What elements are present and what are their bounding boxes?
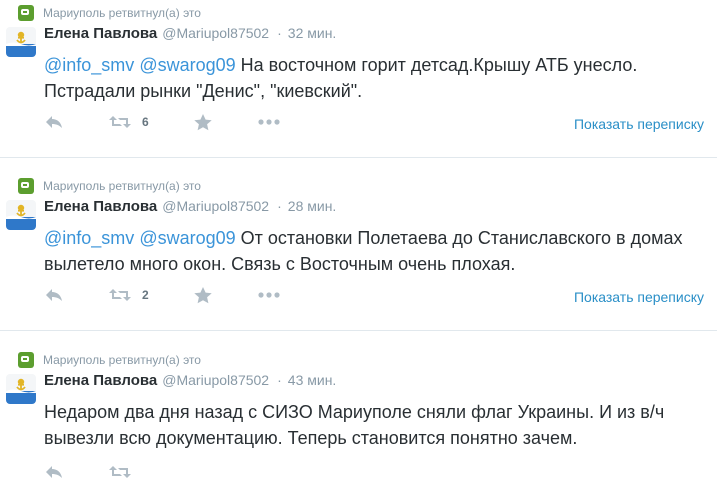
retweet-count: 2 [142, 288, 149, 302]
tweet-actions [44, 464, 176, 480]
reply-icon [46, 116, 62, 128]
mention-link[interactable]: @swarog09 [139, 55, 235, 75]
retweet-badge-icon [18, 352, 34, 368]
separator-dot: · [277, 25, 282, 41]
retweet-count: 6 [142, 115, 149, 129]
author-username[interactable]: @Mariupol87502 [162, 372, 269, 388]
show-conversation-link[interactable]: Показать переписку [574, 289, 704, 305]
mention-link[interactable]: @swarog09 [139, 228, 235, 248]
favorite-button[interactable] [193, 113, 213, 131]
more-dots-icon [258, 292, 280, 298]
tweet-text: Недаром два дня назад с СИЗО Мариуполе с… [44, 399, 704, 451]
tweet-text: @info_smv @swarog09 От остановки Полетае… [44, 225, 704, 277]
more-button[interactable] [257, 291, 281, 299]
reply-icon [46, 289, 62, 301]
author-name[interactable]: Елена Павлова [44, 372, 157, 389]
author-name[interactable]: Елена Павлова [44, 25, 157, 42]
more-button[interactable] [257, 118, 281, 126]
tweet: Мариуполь ретвитнул(а) это Елена Павлова… [0, 347, 717, 478]
retweet-button[interactable]: 2 [108, 287, 149, 303]
star-icon [193, 114, 212, 131]
timestamp[interactable]: 28 мин. [288, 198, 337, 214]
mention-link[interactable]: @info_smv [44, 228, 134, 248]
mention-link[interactable]: @info_smv [44, 55, 134, 75]
retweet-badge-icon [18, 5, 34, 21]
retweet-icon [109, 289, 131, 301]
tweet-header: Елена Павлова @Mariupol87502 · 28 мин. [44, 198, 336, 215]
mariupol-crest-icon [6, 200, 36, 230]
retweet-button[interactable] [108, 464, 132, 480]
avatar[interactable] [6, 27, 36, 57]
retweet-context: Мариуполь ретвитнул(а) это [18, 178, 201, 194]
reply-button[interactable] [44, 287, 64, 303]
timestamp[interactable]: 32 мин. [288, 25, 337, 41]
author-username[interactable]: @Mariupol87502 [162, 198, 269, 214]
retweet-context: Мариуполь ретвитнул(а) это [18, 352, 201, 368]
reply-button[interactable] [44, 114, 64, 130]
retweet-context-text: Мариуполь ретвитнул(а) это [43, 353, 201, 367]
reply-button[interactable] [44, 464, 64, 480]
retweet-icon [109, 466, 131, 478]
retweet-button[interactable]: 6 [108, 114, 149, 130]
retweet-context-text: Мариуполь ретвитнул(а) это [43, 179, 201, 193]
avatar[interactable] [6, 374, 36, 404]
tweet-header: Елена Павлова @Mariupol87502 · 43 мин. [44, 372, 336, 389]
more-dots-icon [258, 119, 280, 125]
tweet: Мариуполь ретвитнул(а) это Елена Павлова… [0, 173, 717, 331]
tweet-body: Недаром два дня назад с СИЗО Мариуполе с… [44, 402, 665, 448]
tweet-actions: 2 [44, 286, 325, 304]
retweet-context: Мариуполь ретвитнул(а) это [18, 5, 201, 21]
retweet-icon [109, 116, 131, 128]
timestamp[interactable]: 43 мин. [288, 372, 337, 388]
tweet-text: @info_smv @swarog09 На восточном горит д… [44, 52, 704, 104]
tweet-actions: 6 [44, 113, 325, 131]
tweet-header: Елена Павлова @Mariupol87502 · 32 мин. [44, 25, 336, 42]
author-username[interactable]: @Mariupol87502 [162, 25, 269, 41]
star-icon [193, 287, 212, 304]
reply-icon [46, 466, 62, 478]
separator-dot: · [277, 198, 282, 214]
tweet: Мариуполь ретвитнул(а) это Елена Павлова… [0, 0, 717, 158]
favorite-button[interactable] [193, 286, 213, 304]
retweet-context-text: Мариуполь ретвитнул(а) это [43, 6, 201, 20]
mariupol-crest-icon [6, 374, 36, 404]
mariupol-crest-icon [6, 27, 36, 57]
separator-dot: · [277, 372, 282, 388]
author-name[interactable]: Елена Павлова [44, 198, 157, 215]
show-conversation-link[interactable]: Показать переписку [574, 116, 704, 132]
retweet-badge-icon [18, 178, 34, 194]
avatar[interactable] [6, 200, 36, 230]
